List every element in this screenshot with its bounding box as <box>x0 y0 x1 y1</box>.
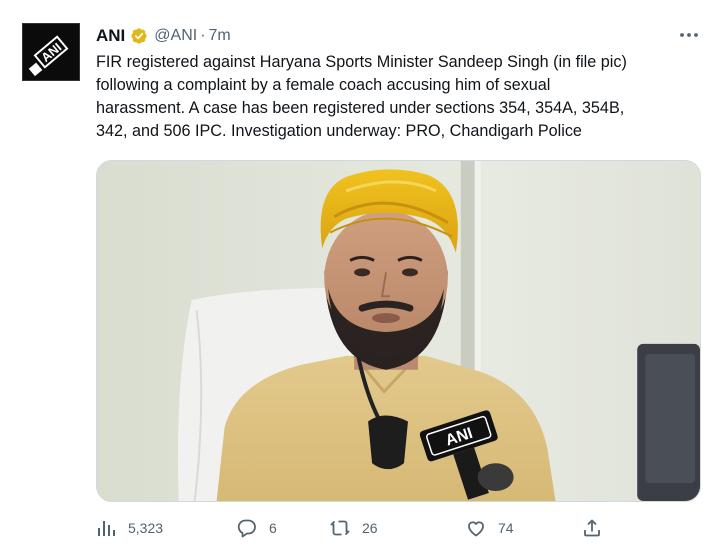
like-icon <box>466 518 486 538</box>
separator-dot: · <box>200 27 206 44</box>
share-icon <box>582 518 602 538</box>
author-name[interactable]: ANI <box>96 26 125 46</box>
ani-logo-icon: ANI <box>23 24 79 80</box>
like-count: 74 <box>498 520 514 536</box>
share-button[interactable] <box>582 515 602 541</box>
retweet-icon <box>330 518 350 538</box>
views-button[interactable]: 5,323 <box>96 515 163 541</box>
tweet-timestamp[interactable]: 7m <box>209 27 231 45</box>
retweet-button[interactable]: 26 <box>330 515 378 541</box>
author-avatar[interactable]: ANI <box>22 23 80 81</box>
tweet-text-line: FIR registered against Haryana Sports Mi… <box>96 53 627 71</box>
verified-badge-icon[interactable] <box>129 26 149 46</box>
tweet-photo[interactable]: ANI <box>96 160 701 502</box>
views-count: 5,323 <box>128 520 164 536</box>
tweet-header: ANI @ANI · 7m <box>96 24 231 48</box>
more-options-icon[interactable] <box>678 26 700 44</box>
like-button[interactable]: 74 <box>466 515 514 541</box>
tweet-text-line: following a complaint by a female coach … <box>96 76 551 94</box>
analytics-icon <box>96 518 116 538</box>
tweet-text-line: harassment. A case has been registered u… <box>96 99 625 117</box>
retweet-count: 26 <box>362 520 378 536</box>
reply-count: 6 <box>269 520 277 536</box>
tweet-actions-bar: 5,323 6 26 74 <box>96 515 616 541</box>
reply-button[interactable]: 6 <box>237 515 277 541</box>
tweet-text: FIR registered against Haryana Sports Mi… <box>96 51 696 143</box>
tweet[interactable]: ANI ANI @ANI · 7m FIR registered against… <box>0 0 712 550</box>
reply-icon <box>237 518 257 538</box>
tweet-text-line: 342, and 506 IPC. Investigation underway… <box>96 122 582 140</box>
author-handle[interactable]: @ANI <box>154 27 197 45</box>
